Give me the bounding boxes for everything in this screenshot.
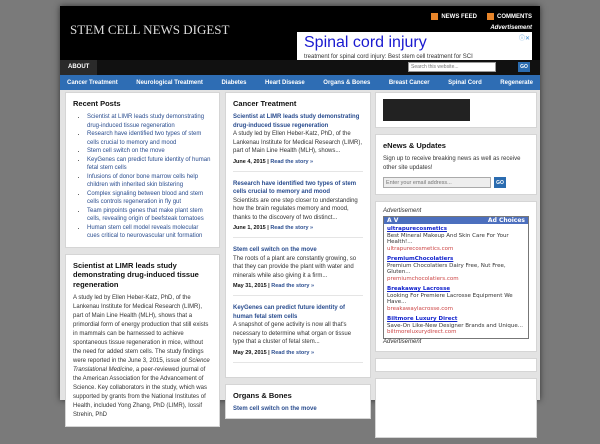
recent-post-link[interactable]: KeyGenes can predict future identity of … xyxy=(87,157,210,172)
post-excerpt: A study led by Ellen Heber-Katz, PhD, of… xyxy=(233,131,363,154)
post-date: May 31, 2015 xyxy=(233,283,267,289)
comments-link[interactable]: COMMENTS xyxy=(487,13,532,20)
site-title[interactable]: STEM CELL NEWS DIGEST xyxy=(70,22,229,38)
ad-item[interactable]: ultrapurecosmetics Best Mineral Makeup An… xyxy=(384,224,528,254)
recent-posts-title: Recent Posts xyxy=(73,99,121,108)
body-text: , a peer-reviewed journal of the America… xyxy=(73,367,207,418)
ad-url[interactable]: breakawaylacrosse.com xyxy=(387,306,525,313)
ad-text: Best Mineral Makeup And Skin Care For Yo… xyxy=(387,232,509,246)
recent-post-link[interactable]: Complex signaling between blood and stem… xyxy=(87,191,203,206)
left-sidebar: Recent Posts Scientist at LIMR leads stu… xyxy=(65,92,220,433)
post-date: May 29, 2015 xyxy=(233,349,267,356)
cancer-treatment-section: Cancer Treatment Scientist at LIMR leads… xyxy=(225,92,371,378)
read-more-link[interactable]: Read the story » xyxy=(271,350,314,356)
recent-post-link[interactable]: Infusions of donor bone marrow cells hel… xyxy=(87,174,198,189)
recent-post-link[interactable]: Research have identified two types of st… xyxy=(87,131,201,146)
post-excerpt: A snapshot of gene activity is now all t… xyxy=(233,322,352,345)
read-more-link[interactable]: Read the story » xyxy=(270,159,313,165)
top-nav: ABOUT GO xyxy=(60,60,540,75)
comments-label: COMMENTS xyxy=(497,14,532,21)
middle-column: Cancer Treatment Scientist at LIMR leads… xyxy=(225,92,371,425)
ad-item[interactable]: PremiumChocolatiers Premium Chocolatiers … xyxy=(384,254,528,284)
featured-title[interactable]: Scientist at LIMR leads study demonstrat… xyxy=(73,261,212,290)
post-title[interactable]: Research have identified two types of st… xyxy=(233,180,363,197)
ad-item[interactable]: Breakaway Lacrosse Looking For Premiere L… xyxy=(384,284,528,314)
header: STEM CELL NEWS DIGEST NEWS FEED COMMENTS… xyxy=(60,6,540,60)
nav-item[interactable]: Heart Disease xyxy=(265,80,305,86)
search-go-button[interactable]: GO xyxy=(518,62,530,72)
recent-post-link[interactable]: Stem cell switch on the move xyxy=(87,148,165,154)
ad-headline[interactable]: Spinal cord injury xyxy=(297,32,532,54)
ad-box: Advertisement A V Ad Choices ultrapurecos… xyxy=(375,201,537,352)
post-item: KeyGenes can predict future identity of … xyxy=(233,304,363,363)
ad-url[interactable]: biltmoreluxurydirect.com xyxy=(387,329,525,336)
ad-label-bottom: Advertisement xyxy=(383,338,422,345)
enews-title: eNews & Updates xyxy=(383,141,446,150)
read-more-link[interactable]: Read the story » xyxy=(271,283,314,289)
news-feed-label: NEWS FEED xyxy=(441,14,477,21)
ad-close-icon[interactable]: ⓘ✕ xyxy=(519,33,530,42)
nav-item[interactable]: Neurological Treatment xyxy=(136,80,203,86)
post-date: June 1, 2015 xyxy=(233,225,266,231)
ad-label: Advertisement xyxy=(490,25,532,31)
post-item: Research have identified two types of st… xyxy=(233,180,363,238)
post-excerpt: Scientists are one step closer to unders… xyxy=(233,197,358,221)
enews-text: Sign up to receive breaking news as well… xyxy=(383,156,521,171)
body-text: A study led by Ellen Heber-Katz, PhD, of… xyxy=(73,295,209,364)
post-item: Scientist at LIMR leads study demonstrat… xyxy=(233,113,363,172)
nav-item[interactable]: Cancer Treatment xyxy=(67,80,118,86)
enews-box: eNews & Updates Sign up to receive break… xyxy=(375,134,537,195)
section-title: Organs & Bones xyxy=(233,390,292,400)
banner-ad[interactable]: Spinal cord injury treatment for spinal … xyxy=(297,32,532,60)
ad-url[interactable]: premiumchocolatiers.com xyxy=(387,276,525,283)
nav-item[interactable]: Diabetes xyxy=(221,80,246,86)
post-excerpt: The roots of a plant are constantly grow… xyxy=(233,255,357,279)
featured-post: Scientist at LIMR leads study demonstrat… xyxy=(65,253,220,427)
recent-post-link[interactable]: Scientist at LIMR leads study demonstrat… xyxy=(87,114,204,129)
email-input[interactable] xyxy=(383,177,491,188)
news-feed-link[interactable]: NEWS FEED xyxy=(431,13,477,20)
ad-label: Advertisement xyxy=(383,208,422,214)
section-title: Cancer Treatment xyxy=(233,99,297,108)
category-nav: Cancer Treatment Neurological Treatment … xyxy=(60,75,540,90)
post-date: June 4, 2015 xyxy=(233,158,266,165)
ad-text: Save-On Like-New Designer Brands and Uni… xyxy=(387,322,524,329)
organs-bones-section: Organs & Bones Stem cell switch on the m… xyxy=(225,383,371,419)
post-title[interactable]: Scientist at LIMR leads study demonstrat… xyxy=(233,113,363,130)
recent-post-link[interactable]: Human stem cell model reveals molecular … xyxy=(87,225,202,240)
ad-text: Premium Chocolatiers Dairy Free, Nut Fre… xyxy=(387,262,506,276)
recent-post-link[interactable]: Team pinpoints genes that make plant ste… xyxy=(87,208,204,223)
nav-item[interactable]: Breast Cancer xyxy=(389,80,430,86)
rss-icon xyxy=(487,13,494,20)
recent-posts: Recent Posts Scientist at LIMR leads stu… xyxy=(65,92,220,248)
right-sidebar: eNews & Updates Sign up to receive break… xyxy=(375,92,537,444)
nav-item[interactable]: Spinal Cord xyxy=(448,80,482,86)
ad-choices[interactable]: Ad Choices xyxy=(488,217,525,224)
rss-icon xyxy=(431,13,439,20)
ad-header: A V xyxy=(387,217,399,224)
sponsor-logo[interactable] xyxy=(383,99,470,121)
post-title[interactable]: KeyGenes can predict future identity of … xyxy=(233,304,363,321)
read-more-link[interactable]: Read the story » xyxy=(270,225,313,231)
ad-url[interactable]: ultrapurecosmetics.com xyxy=(387,246,525,253)
logo-box xyxy=(375,92,537,128)
nav-item[interactable]: Regenerate xyxy=(500,80,533,86)
empty-widget xyxy=(375,357,537,372)
empty-widget xyxy=(375,377,537,438)
text-ads: A V Ad Choices ultrapurecosmetics Best Min… xyxy=(383,216,529,339)
post-title[interactable]: Stem cell switch on the move xyxy=(233,406,317,412)
ad-text: Looking For Premiere Lacrosse Equipment … xyxy=(387,292,513,306)
nav-item[interactable]: Organs & Bones xyxy=(323,80,370,86)
post-title[interactable]: Stem cell switch on the move xyxy=(233,246,363,255)
post-item: Stem cell switch on the move The roots of… xyxy=(233,246,363,296)
nav-about[interactable]: ABOUT xyxy=(60,60,98,75)
search-input[interactable] xyxy=(408,62,496,72)
ad-item[interactable]: Biltmore Luxury Direct Save-On Like-New D… xyxy=(384,314,528,338)
featured-body: A study led by Ellen Heber-Katz, PhD, of… xyxy=(73,294,212,420)
email-go-button[interactable]: GO xyxy=(494,177,506,188)
